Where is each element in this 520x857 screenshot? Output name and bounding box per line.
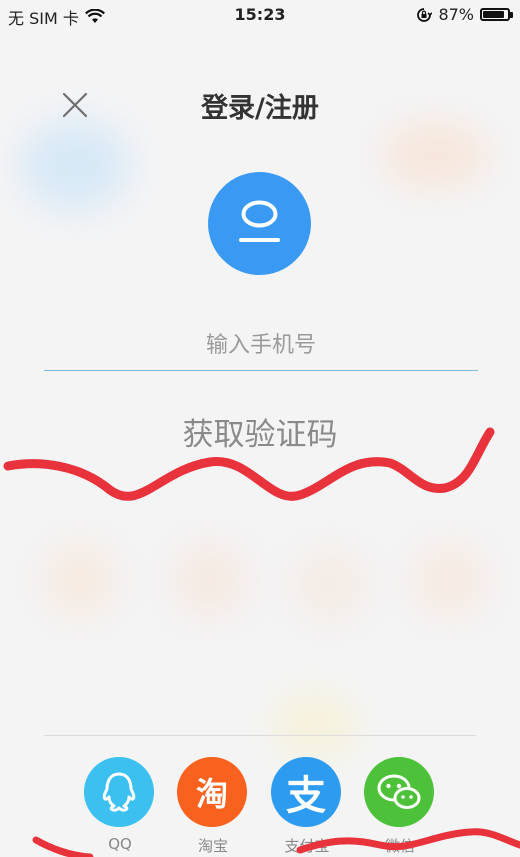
qq-login-button[interactable]: QQ	[84, 757, 156, 857]
qq-penguin-icon	[102, 772, 136, 812]
wechat-icon-circle	[364, 757, 434, 827]
background-blur	[40, 540, 120, 620]
wechat-login-label: 微信	[384, 837, 415, 855]
taobao-glyph: 淘	[195, 775, 228, 813]
phone-input[interactable]	[44, 320, 478, 371]
taobao-login-button[interactable]: 淘 淘宝	[177, 757, 249, 857]
taobao-icon: 淘	[177, 757, 247, 827]
background-blur	[410, 540, 490, 620]
wechat-icon	[377, 774, 421, 809]
battery-icon	[480, 8, 513, 21]
background-blur	[170, 540, 250, 620]
taobao-login-label: 淘宝	[197, 837, 228, 855]
qq-login-label: QQ	[108, 835, 132, 853]
page-title: 登录/注册	[201, 93, 319, 124]
user-icon	[239, 200, 280, 242]
wechat-login-button[interactable]: 微信	[364, 757, 436, 857]
alipay-login-label: 支付宝	[284, 837, 330, 855]
alipay-login-button[interactable]: 支 支付宝	[271, 757, 343, 857]
rotation-lock-icon	[417, 7, 433, 22]
background-blur	[270, 690, 360, 760]
status-bar: 无 SIM 卡 15:23 87%	[0, 0, 520, 30]
background-blur	[20, 120, 130, 210]
alipay-glyph: 支	[286, 773, 326, 819]
background-blur	[290, 545, 370, 625]
alipay-icon: 支	[271, 757, 341, 827]
battery-percent: 87%	[438, 5, 474, 24]
background-blur	[380, 120, 490, 190]
status-right: 87%	[416, 5, 513, 24]
qq-icon-circle	[84, 757, 154, 827]
divider	[44, 735, 476, 736]
avatar	[208, 172, 311, 275]
battery-level	[483, 11, 504, 18]
get-code-button[interactable]: 获取验证码	[110, 410, 410, 460]
